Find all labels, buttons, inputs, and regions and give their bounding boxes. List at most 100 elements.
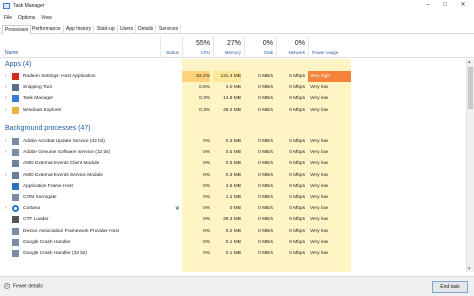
radeon-icon — [12, 73, 19, 80]
expand-chevron-icon[interactable]: › — [5, 172, 7, 178]
process-row[interactable]: › Cortana ❦ 0% 0 MB 0 MB/s 0 Mbps Very low — [0, 203, 474, 214]
process-memory: 131.4 MB — [213, 71, 241, 82]
process-row[interactable]: COM Surrogate 0% 1.2 MB 0 MB/s 0 Mbps Very lo… — [0, 192, 474, 203]
column-power[interactable]: Power usage — [308, 36, 351, 58]
tab-strip: Processes Performance App history Start-… — [0, 24, 474, 35]
service-icon — [12, 149, 19, 157]
google-icon — [12, 250, 19, 257]
process-row[interactable]: › Windows Explorer 0.3% 48.2 MB 0 MB/s 0 Mbps… — [0, 105, 474, 116]
process-network: 0 Mbps — [289, 150, 305, 156]
menu-file[interactable]: File — [4, 15, 12, 21]
process-power: Very low — [310, 251, 329, 256]
column-memory-label: Memory — [224, 50, 241, 55]
column-cpu[interactable]: 55% CPU — [182, 36, 213, 58]
process-row[interactable]: Google Crash Handler 0% 0.1 MB 0 MB/s 0 Mbps… — [0, 237, 474, 248]
column-memory[interactable]: 27% Memory — [213, 36, 244, 58]
process-cpu: 0% — [203, 172, 210, 178]
process-memory: 3.6 MB — [225, 183, 241, 189]
process-memory: 29.3 MB — [223, 217, 241, 223]
process-disk: 0 MB/s — [258, 139, 273, 144]
process-cpu: 0% — [203, 217, 210, 223]
maximize-button[interactable]: □ — [437, 0, 453, 11]
google-icon — [12, 238, 19, 246]
process-cpu: 0% — [203, 195, 210, 200]
column-network[interactable]: 0% Network — [276, 36, 308, 58]
process-name: Snipping Tool — [23, 85, 52, 91]
process-memory: 0.5 MB — [225, 161, 241, 167]
process-memory: 0.1 MB — [225, 251, 241, 256]
process-disk: 0 MB/s — [258, 239, 273, 245]
process-row[interactable]: Google Crash Handler (32 bit) 0% 0.1 MB 0 M… — [0, 248, 474, 259]
expand-chevron-icon[interactable]: › — [5, 84, 7, 90]
process-row[interactable]: Device Association Framework Provider Ho… — [0, 226, 474, 237]
tab-startup[interactable]: Start-up — [95, 25, 118, 34]
process-network: 0 Mbps — [289, 74, 305, 79]
process-row[interactable]: › Radeon Settings: Host Application 52.2% 1… — [0, 71, 474, 82]
window-title: Task Manager — [13, 3, 45, 9]
menu-options[interactable]: Options — [18, 15, 35, 21]
process-memory: 0.2 MB — [225, 228, 241, 234]
process-row[interactable]: › Task Manager 0.3% 14.8 MB 0 MB/s 0 Mbps Very… — [0, 93, 474, 104]
suspended-leaf-icon: ❦ — [175, 206, 181, 213]
tab-performance[interactable]: Performance — [30, 25, 64, 34]
column-disk[interactable]: 0% Disk — [244, 36, 276, 58]
process-disk: 0 MB/s — [258, 183, 273, 189]
process-disk: 0 MB/s — [258, 172, 273, 178]
process-power: Very low — [310, 183, 329, 189]
title-bar: Task Manager – □ ✕ — [0, 0, 474, 13]
process-disk: 0 MB/s — [258, 107, 273, 113]
process-row[interactable]: CTF Loader 0% 29.3 MB 0 MB/s 0 Mbps Very low — [0, 214, 474, 225]
scroll-up-icon[interactable]: ▴ — [468, 59, 471, 65]
process-power: Very high — [308, 71, 351, 82]
memory-total: 27% — [226, 40, 241, 47]
tab-processes[interactable]: Processes — [2, 25, 32, 35]
app-frame-icon — [12, 182, 19, 190]
process-name: Windows Explorer — [23, 107, 62, 113]
column-power-label: Power usage — [312, 50, 339, 55]
service-icon — [12, 138, 19, 145]
process-cpu: 0% — [203, 251, 210, 256]
column-name[interactable]: Name — [5, 50, 18, 56]
section-apps: Apps (4) — [5, 61, 32, 68]
process-cpu: 0% — [203, 228, 210, 234]
column-status[interactable]: Status — [160, 36, 182, 58]
process-row[interactable]: › Adobe Genuine Software Service (32 bit)… — [0, 147, 474, 158]
expand-chevron-icon[interactable]: › — [5, 149, 7, 155]
process-row[interactable]: › Adobe Acrobat Update Service (32 bit) 0%… — [0, 136, 474, 147]
vertical-scrollbar[interactable]: ▴ ▾ — [466, 59, 474, 272]
chevron-up-icon: ˄ — [4, 283, 10, 289]
tab-app-history[interactable]: App history — [64, 25, 95, 34]
minimize-button[interactable]: – — [420, 0, 436, 11]
process-power: Very low — [310, 139, 329, 144]
end-task-button[interactable]: End task — [432, 281, 468, 293]
process-name: Adobe Acrobat Update Service (32 bit) — [23, 139, 105, 144]
process-name: Google Crash Handler (32 bit) — [23, 251, 87, 256]
process-network: 0 Mbps — [289, 217, 305, 223]
tab-services[interactable]: Services — [157, 25, 182, 34]
expand-chevron-icon[interactable]: › — [5, 95, 7, 101]
tab-users[interactable]: Users — [118, 25, 137, 34]
expand-chevron-icon[interactable]: › — [5, 73, 7, 79]
process-network: 0 Mbps — [289, 228, 305, 234]
process-row[interactable]: › AMD External Events Service Module 0% 0.3… — [0, 170, 474, 181]
menu-view[interactable]: View — [41, 15, 52, 21]
fewer-details-link[interactable]: ˄ Fewer details — [4, 283, 43, 289]
process-row[interactable]: › Snipping Tool 0.5% 4.0 MB 0 MB/s 0 Mbps Very… — [0, 82, 474, 93]
process-row[interactable]: Application Frame Host 0% 3.6 MB 0 MB/s 0 Mb… — [0, 181, 474, 192]
process-disk: 0 MB/s — [258, 206, 273, 212]
close-button[interactable]: ✕ — [455, 0, 471, 11]
scroll-thumb[interactable] — [468, 67, 473, 109]
ctf-icon — [12, 216, 19, 224]
expand-chevron-icon[interactable]: › — [5, 205, 7, 211]
process-name: CTF Loader — [23, 217, 49, 223]
process-name: Task Manager — [23, 96, 54, 102]
process-power: Very low — [310, 150, 329, 156]
process-network: 0 Mbps — [289, 107, 305, 113]
process-row[interactable]: AMD External Events Client Module 0% 0.5 M… — [0, 158, 474, 169]
scroll-down-icon[interactable]: ▾ — [468, 266, 471, 272]
expand-chevron-icon[interactable]: › — [5, 138, 7, 144]
com-icon — [12, 194, 19, 201]
process-name: Device Association Framework Provider Ho… — [23, 228, 119, 234]
tab-details[interactable]: Details — [136, 25, 157, 34]
expand-chevron-icon[interactable]: › — [5, 107, 7, 113]
